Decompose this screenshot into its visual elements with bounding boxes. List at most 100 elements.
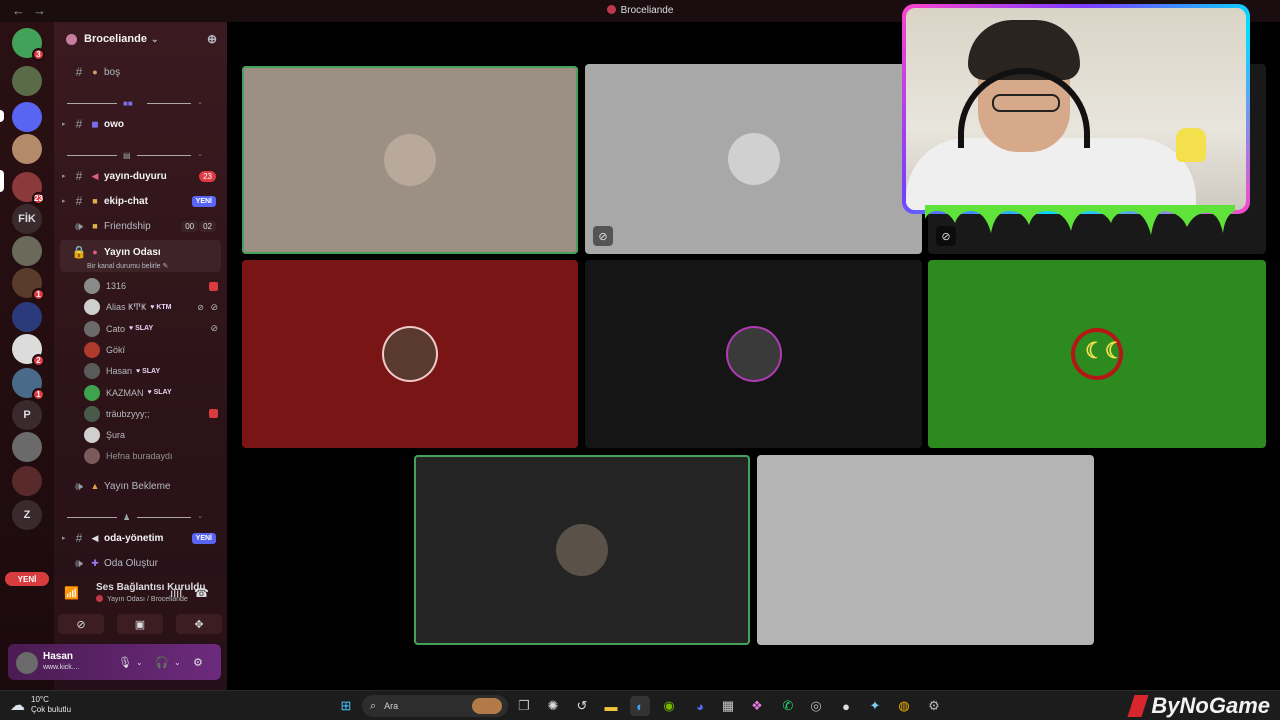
server-icon[interactable] (12, 302, 42, 332)
channel-oda-olustur[interactable]: 🕪 ✚ Oda Oluştur (62, 553, 222, 573)
copilot-icon[interactable]: ❖ (747, 696, 767, 716)
voice-user[interactable]: Hefna buradaydı (84, 446, 224, 466)
whatsapp-icon[interactable]: ✆ (778, 696, 798, 716)
channel-status-hint[interactable]: Bir kanal durumu belirle ✎ (87, 262, 168, 270)
channel-ekip-chat[interactable]: ▸ # ■ ekip-chat YENİ (62, 191, 222, 211)
server-icon[interactable]: 1 (12, 268, 45, 301)
signal-icon[interactable]: 📶 (64, 586, 79, 600)
guild-header[interactable]: Broceliande ⌄ ⊕ (54, 22, 227, 56)
server-icon[interactable]: Z (12, 500, 42, 530)
gear-icon[interactable]: ⚙ (193, 656, 203, 669)
search-icon: ⌕ (370, 699, 377, 712)
channel-yayin-duyuru[interactable]: ▸ # ◀ yayın-duyuru 23 (62, 166, 222, 186)
app-icon[interactable]: ↺ (572, 696, 592, 716)
server-icon[interactable] (12, 432, 42, 462)
voice-user[interactable]: Gökï (84, 340, 224, 360)
voice-connected-label[interactable]: Ses Bağlantısı Kuruldu (96, 582, 205, 593)
voice-user[interactable]: träubzyyy;; (84, 404, 224, 424)
server-icon[interactable] (12, 236, 42, 266)
channel-yayin-bekleme[interactable]: 🕪 ▲ Yayın Bekleme (62, 476, 222, 496)
new-badge[interactable]: YENİ (5, 572, 49, 586)
folder-icon: ■ (92, 221, 98, 231)
participant-tile[interactable]: ☾☾ (928, 260, 1266, 448)
server-icon[interactable]: 3 (12, 28, 45, 61)
disconnect-icon[interactable]: ☎ (194, 586, 209, 600)
speaker-icon: 🕪 (75, 218, 83, 233)
search-box[interactable]: ⌕ Ara (362, 695, 508, 717)
channel-owo[interactable]: ▸ # ◼ owo (62, 114, 222, 134)
server-icon[interactable]: 1 (12, 368, 45, 401)
participant-tile[interactable] (414, 455, 750, 645)
speaker-emoji-icon: ◀ (91, 532, 99, 543)
voice-user[interactable]: KAZMAN ♥ SLAY (84, 383, 224, 403)
noise-suppression-icon[interactable]: ılıl (170, 586, 182, 600)
app-icon[interactable]: ▦ (718, 696, 738, 716)
task-view-icon[interactable]: ❐ (514, 696, 534, 716)
live-icon (209, 281, 218, 291)
participant-tile[interactable] (242, 260, 578, 448)
avatar (84, 299, 100, 316)
mic-muted-icon: ⊘ (210, 323, 218, 334)
steam-icon[interactable]: ◎ (806, 696, 826, 716)
settings-icon[interactable]: ⚙ (924, 696, 944, 716)
activities-button[interactable]: ✥ (176, 614, 222, 634)
voice-user[interactable]: Hasan ♥ SLAY (84, 361, 224, 381)
user-panel[interactable]: Hasan www.kick.... 🎙 ⌄ 🎧 ⌄ ⚙ (8, 644, 221, 680)
headphones-icon[interactable]: 🎧 (155, 656, 169, 669)
channel-bos[interactable]: # ● boş (62, 62, 222, 82)
user-tag: ♥ SLAY (147, 389, 172, 396)
user-tag: ♥ SLAY (129, 325, 154, 333)
app-icon[interactable]: ✦ (865, 696, 885, 716)
voice-user-name: 1316 (106, 281, 127, 291)
channel-friendship[interactable]: 🕪 ■ Friendship 00 02 (62, 216, 222, 236)
chatgpt-icon[interactable]: ✺ (543, 696, 563, 716)
server-icon[interactable] (12, 466, 42, 496)
avatar[interactable] (16, 652, 38, 674)
voice-user[interactable]: Şura (84, 425, 224, 445)
avatar (84, 320, 100, 337)
live-icon (209, 409, 218, 419)
participant-avatar (384, 328, 436, 380)
voice-user[interactable]: 1316 (84, 276, 224, 296)
voice-user-name: KAZMAN (106, 387, 144, 398)
pencil-icon: ✎ (162, 263, 169, 270)
server-icon[interactable]: P (12, 400, 42, 430)
chrome-icon[interactable]: ◍ (894, 696, 914, 716)
participant-tile[interactable] (757, 455, 1094, 645)
circle-emoji-icon: ● (92, 67, 98, 77)
participant-tile[interactable] (242, 66, 578, 254)
microphone-icon[interactable]: 🎙 (118, 656, 132, 669)
participant-tile[interactable]: ⊘ (585, 64, 922, 254)
server-icon[interactable] (12, 102, 42, 132)
server-icon[interactable] (12, 134, 42, 164)
discord-icon[interactable]: ◕ (690, 696, 710, 716)
obs-icon[interactable]: ● (836, 696, 856, 716)
server-icon[interactable]: 2 (12, 334, 45, 367)
channel-oda-yonetim[interactable]: ▸ # ◀ oda-yönetim YENİ (62, 528, 222, 548)
camera-toggle-button[interactable]: ⊘ (58, 614, 104, 634)
nvidia-icon[interactable]: ◉ (659, 696, 679, 716)
mic-off-icon: ⊘ (593, 226, 613, 246)
guild-name: Broceliande (84, 33, 147, 45)
server-icon[interactable]: 23 (12, 172, 45, 205)
edge-icon[interactable]: ◐ (630, 696, 650, 716)
new-badge: YENİ (191, 532, 216, 544)
search-highlight-image (472, 698, 502, 714)
screen-share-button[interactable]: ▣ (117, 614, 163, 634)
voice-user[interactable]: Alias ҜͲҜ ♥ KTM ⊘ ⊘ (84, 297, 224, 317)
server-icon[interactable] (12, 66, 42, 96)
server-icon[interactable]: FİK (12, 204, 42, 234)
watermark-logo: ByNoGame (1127, 691, 1270, 720)
start-icon[interactable]: ⊞ (336, 696, 356, 716)
chevron-down-icon[interactable]: ⌄ (174, 658, 181, 667)
avatar (84, 448, 100, 465)
weather-widget[interactable]: ☁ 10°C Çok bulutlu (10, 695, 71, 715)
add-member-icon[interactable]: ⊕ (207, 32, 217, 46)
voice-user[interactable]: Cato ♥ SLAY ⊘ (84, 319, 224, 339)
voice-user-name: träubzyyy;; (106, 408, 150, 419)
participant-tile[interactable] (585, 260, 922, 448)
chevron-down-icon[interactable]: ⌄ (136, 658, 143, 667)
channel-yayin-odasi[interactable]: 🔒 ● Yayın Odası (62, 242, 222, 262)
file-explorer-icon[interactable]: ▬ (601, 696, 621, 716)
slime-frame-decoration (925, 205, 1235, 235)
